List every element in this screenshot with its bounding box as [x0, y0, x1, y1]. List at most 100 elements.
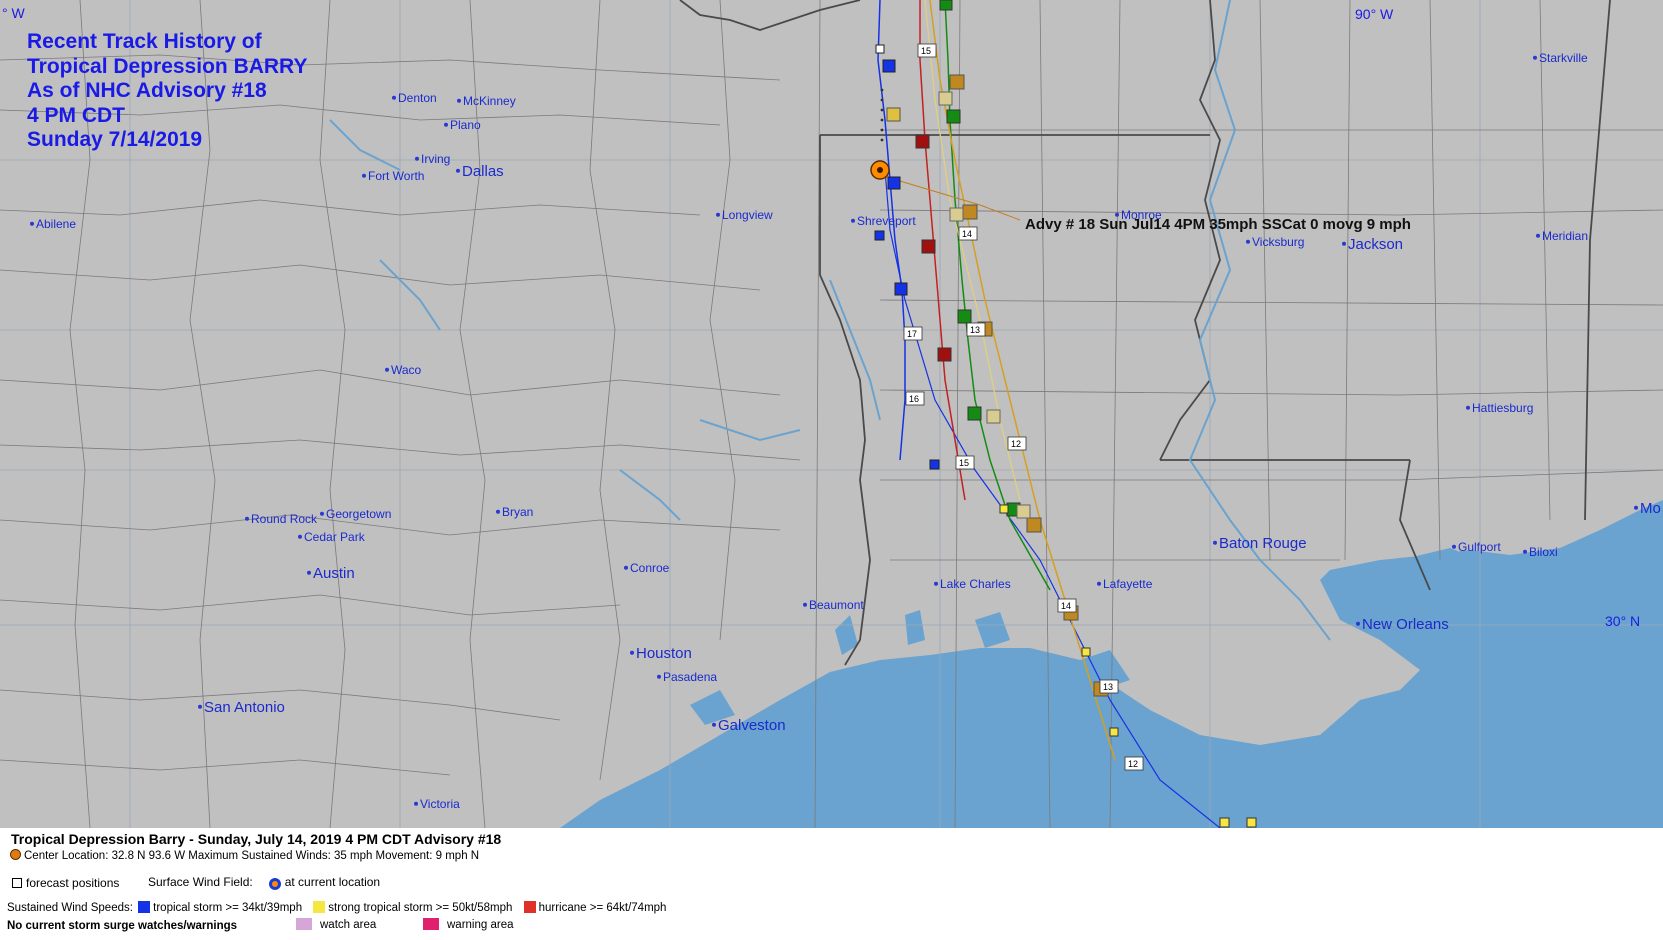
city-hattiesburg: Hattiesburg	[1466, 401, 1533, 415]
city-dot	[320, 511, 324, 516]
city-dot	[1536, 233, 1540, 238]
lon-label-90w: 90° W	[1355, 6, 1394, 22]
city-dot	[934, 581, 938, 586]
city-baton-rouge: Baton Rouge	[1213, 535, 1307, 552]
city-name: Dallas	[462, 163, 504, 180]
city-dot	[1533, 55, 1537, 60]
advisory-annotation: Advy # 18 Sun Jul14 4PM 35mph SSCat 0 mo…	[1025, 216, 1411, 233]
legend-panel: Tropical Depression Barry - Sunday, July…	[0, 828, 1663, 940]
forecast-label-text: 15	[921, 46, 931, 56]
forecast-label: 12	[1124, 756, 1144, 771]
forecast-label: 13	[966, 322, 986, 337]
center-info-text: Center Location: 32.8 N 93.6 W Maximum S…	[24, 850, 480, 862]
city-lake-charles: Lake Charles	[934, 577, 1011, 591]
city-name: Victoria	[420, 797, 460, 811]
legend-center-info: Center Location: 32.8 N 93.6 W Maximum S…	[10, 849, 479, 862]
city-dot	[415, 156, 419, 161]
city-lafayette: Lafayette	[1097, 577, 1153, 591]
title-line-2: Tropical Depression BARRY	[27, 54, 308, 78]
city-name: Bryan	[502, 505, 533, 519]
forecast-label-text: 13	[970, 325, 980, 335]
city-waco: Waco	[385, 363, 422, 377]
title-line-4: 4 PM CDT	[27, 103, 126, 127]
city-dot	[496, 509, 500, 514]
city-name: Houston	[636, 645, 692, 662]
city-name: Georgetown	[326, 507, 391, 521]
lat-label-30n: 30° N	[1605, 613, 1640, 629]
city-name: Pasadena	[663, 670, 717, 684]
city-starkville: Starkville	[1533, 51, 1588, 65]
city-dot	[716, 212, 720, 217]
city-irving: Irving	[415, 152, 450, 166]
city-vicksburg: Vicksburg	[1246, 235, 1304, 249]
city-austin: Austin	[307, 565, 355, 582]
forecast-label: 15	[955, 455, 975, 470]
surge-note: No current storm surge watches/warnings	[7, 920, 238, 932]
city-galveston: Galveston	[712, 717, 786, 734]
city-name: Cedar Park	[304, 530, 366, 544]
city-name: Lafayette	[1103, 577, 1153, 591]
sustained-label: Sustained Wind Speeds:	[7, 902, 133, 914]
city-dot	[444, 122, 448, 127]
city-dot	[624, 565, 628, 570]
city-cedar-park: Cedar Park	[298, 530, 366, 544]
forecast-label-text: 13	[1103, 682, 1113, 692]
legend-surface-wind: Surface Wind Field: at current location	[148, 875, 380, 890]
city-name: San Antonio	[204, 699, 285, 716]
city-meridian: Meridian	[1536, 229, 1588, 243]
center-dot-icon	[10, 849, 21, 860]
city-dot	[307, 570, 311, 575]
warning-label: warning area	[447, 919, 514, 931]
city-dot	[803, 602, 807, 607]
forecast-label-text: 12	[1011, 439, 1021, 449]
city-bryan: Bryan	[496, 505, 533, 519]
watch-swatch	[296, 918, 312, 930]
city-name: Denton	[398, 91, 437, 105]
city-denton: Denton	[392, 91, 437, 105]
city-name: Round Rock	[251, 512, 318, 526]
city-dot	[657, 674, 661, 679]
city-name: Hattiesburg	[1472, 401, 1533, 415]
city-dot	[456, 168, 460, 173]
city-dot	[1342, 241, 1346, 246]
city-name: Mo	[1640, 500, 1661, 517]
city-georgetown: Georgetown	[320, 507, 391, 521]
city-longview: Longview	[716, 208, 773, 222]
city-name: Baton Rouge	[1219, 535, 1307, 552]
city-dot	[385, 367, 389, 372]
city-dot	[362, 173, 366, 178]
hurricane-swatch	[523, 901, 536, 913]
city-name: Irving	[421, 152, 450, 166]
city-shreveport: Shreveport	[851, 214, 916, 228]
city-dot	[1466, 405, 1470, 410]
current-location-label: at current location	[284, 875, 381, 889]
lon-label-left: ° W	[2, 5, 25, 21]
city-dot	[1452, 544, 1456, 549]
forecast-label-text: 14	[962, 229, 972, 239]
forecast-label: 14	[1057, 598, 1077, 613]
forecast-label-text: 15	[959, 458, 969, 468]
forecast-square-icon	[12, 878, 22, 888]
city-dot	[1097, 581, 1101, 586]
city-name: Vicksburg	[1252, 235, 1304, 249]
surface-wind-label: Surface Wind Field:	[148, 875, 253, 889]
city-dot	[30, 221, 34, 226]
hurricane-label: hurricane >= 64kt/74mph	[538, 902, 667, 914]
legend-warning: warning area	[423, 918, 513, 931]
forecast-label-text: 16	[909, 394, 919, 404]
city-fort-worth: Fort Worth	[362, 169, 424, 183]
warning-swatch	[423, 918, 439, 930]
city-dallas: Dallas	[456, 163, 504, 180]
title-line-3: As of NHC Advisory #18	[27, 79, 267, 102]
city-dot	[414, 801, 418, 806]
city-dot	[1523, 549, 1527, 554]
city-name: Gulfport	[1458, 540, 1501, 554]
title-line-5: Sunday 7/14/2019	[27, 128, 203, 151]
city-san-antonio: San Antonio	[198, 699, 285, 716]
city-abilene: Abilene	[30, 217, 76, 231]
city-biloxi: Biloxi	[1523, 545, 1558, 559]
city-pasadena: Pasadena	[657, 670, 717, 684]
city-name: Beaumont	[809, 598, 864, 612]
city-dot	[1246, 239, 1250, 244]
city-dot	[457, 98, 461, 103]
